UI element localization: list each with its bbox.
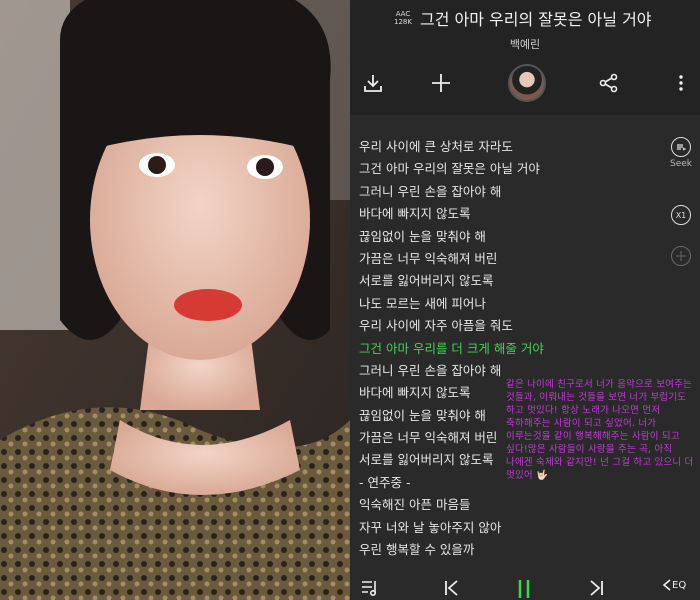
eq-icon	[662, 579, 671, 591]
music-player: AAC 128K 그건 아마 우리의 잘못은 아닐 거야 백예린 우리 사이에 …	[350, 0, 700, 600]
pause-icon[interactable]	[514, 578, 534, 600]
codec-label: AAC	[395, 10, 411, 18]
download-icon[interactable]	[358, 68, 388, 98]
share-icon[interactable]	[594, 68, 624, 98]
fan-message: 같은 나이에 친구로서 너가 음악으로 보여주는 것들과, 이뤄내는 것들을 보…	[506, 379, 694, 481]
previous-icon[interactable]	[442, 578, 462, 598]
speed-icon: X1	[671, 205, 691, 225]
eq-button[interactable]: EQ	[662, 578, 686, 592]
artist-photo	[0, 0, 350, 600]
lyrics-list[interactable]: 우리 사이에 큰 상처로 자라도 그건 아마 우리의 잘못은 아닐 거야 그러니…	[359, 136, 599, 561]
seek-label: Seek	[670, 159, 692, 169]
song-title: 그건 아마 우리의 잘못은 아닐 거야	[420, 10, 652, 29]
playlist-icon[interactable]	[360, 578, 382, 598]
lyric-line[interactable]: 가끔은 너무 익숙해져 버린	[359, 248, 599, 270]
album-avatar[interactable]	[508, 64, 546, 102]
speed-control[interactable]: X1	[670, 205, 692, 225]
lyric-line[interactable]: 바다에 빠지지 않도록	[359, 203, 599, 225]
lyric-line[interactable]: 우린 행복할 수 있을까	[359, 539, 599, 561]
lyric-line[interactable]: 나도 모르는 새에 피어나	[359, 293, 599, 315]
lyric-line[interactable]: 그건 아마 우리의 잘못은 아닐 거야	[359, 158, 599, 180]
lyric-line[interactable]: 우리 사이에 큰 상처로 자라도	[359, 136, 599, 158]
lyric-line[interactable]: 끊임없이 눈을 맞춰야 해	[359, 226, 599, 248]
lyric-line[interactable]: 우리 사이에 자주 아픔을 줘도	[359, 315, 599, 337]
playback-bar: EQ	[350, 572, 700, 600]
target-icon[interactable]	[670, 246, 692, 266]
seek-control[interactable]: Seek	[670, 137, 692, 169]
lyric-line[interactable]: 서로를 잃어버리지 않도록	[359, 270, 599, 292]
eq-label: EQ	[672, 579, 687, 591]
next-icon[interactable]	[586, 578, 606, 598]
codec-badge: AAC 128K	[394, 10, 412, 26]
seek-icon	[671, 137, 691, 157]
lyric-line-active[interactable]: 그건 아마 우리를 더 크게 해줄 거야	[359, 338, 599, 360]
add-icon[interactable]	[426, 68, 456, 98]
lyric-line[interactable]: 자꾸 너와 날 놓아주지 않아	[359, 517, 599, 539]
player-header: AAC 128K 그건 아마 우리의 잘못은 아닐 거야 백예린	[350, 0, 700, 115]
lyric-line[interactable]: 익숙해진 아픈 마음들	[359, 494, 599, 516]
artist-name[interactable]: 백예린	[350, 36, 700, 52]
lyric-line[interactable]: 그러니 우린 손을 잡아야 해	[359, 181, 599, 203]
bitrate-label: 128K	[394, 18, 412, 26]
more-icon[interactable]	[666, 68, 696, 98]
